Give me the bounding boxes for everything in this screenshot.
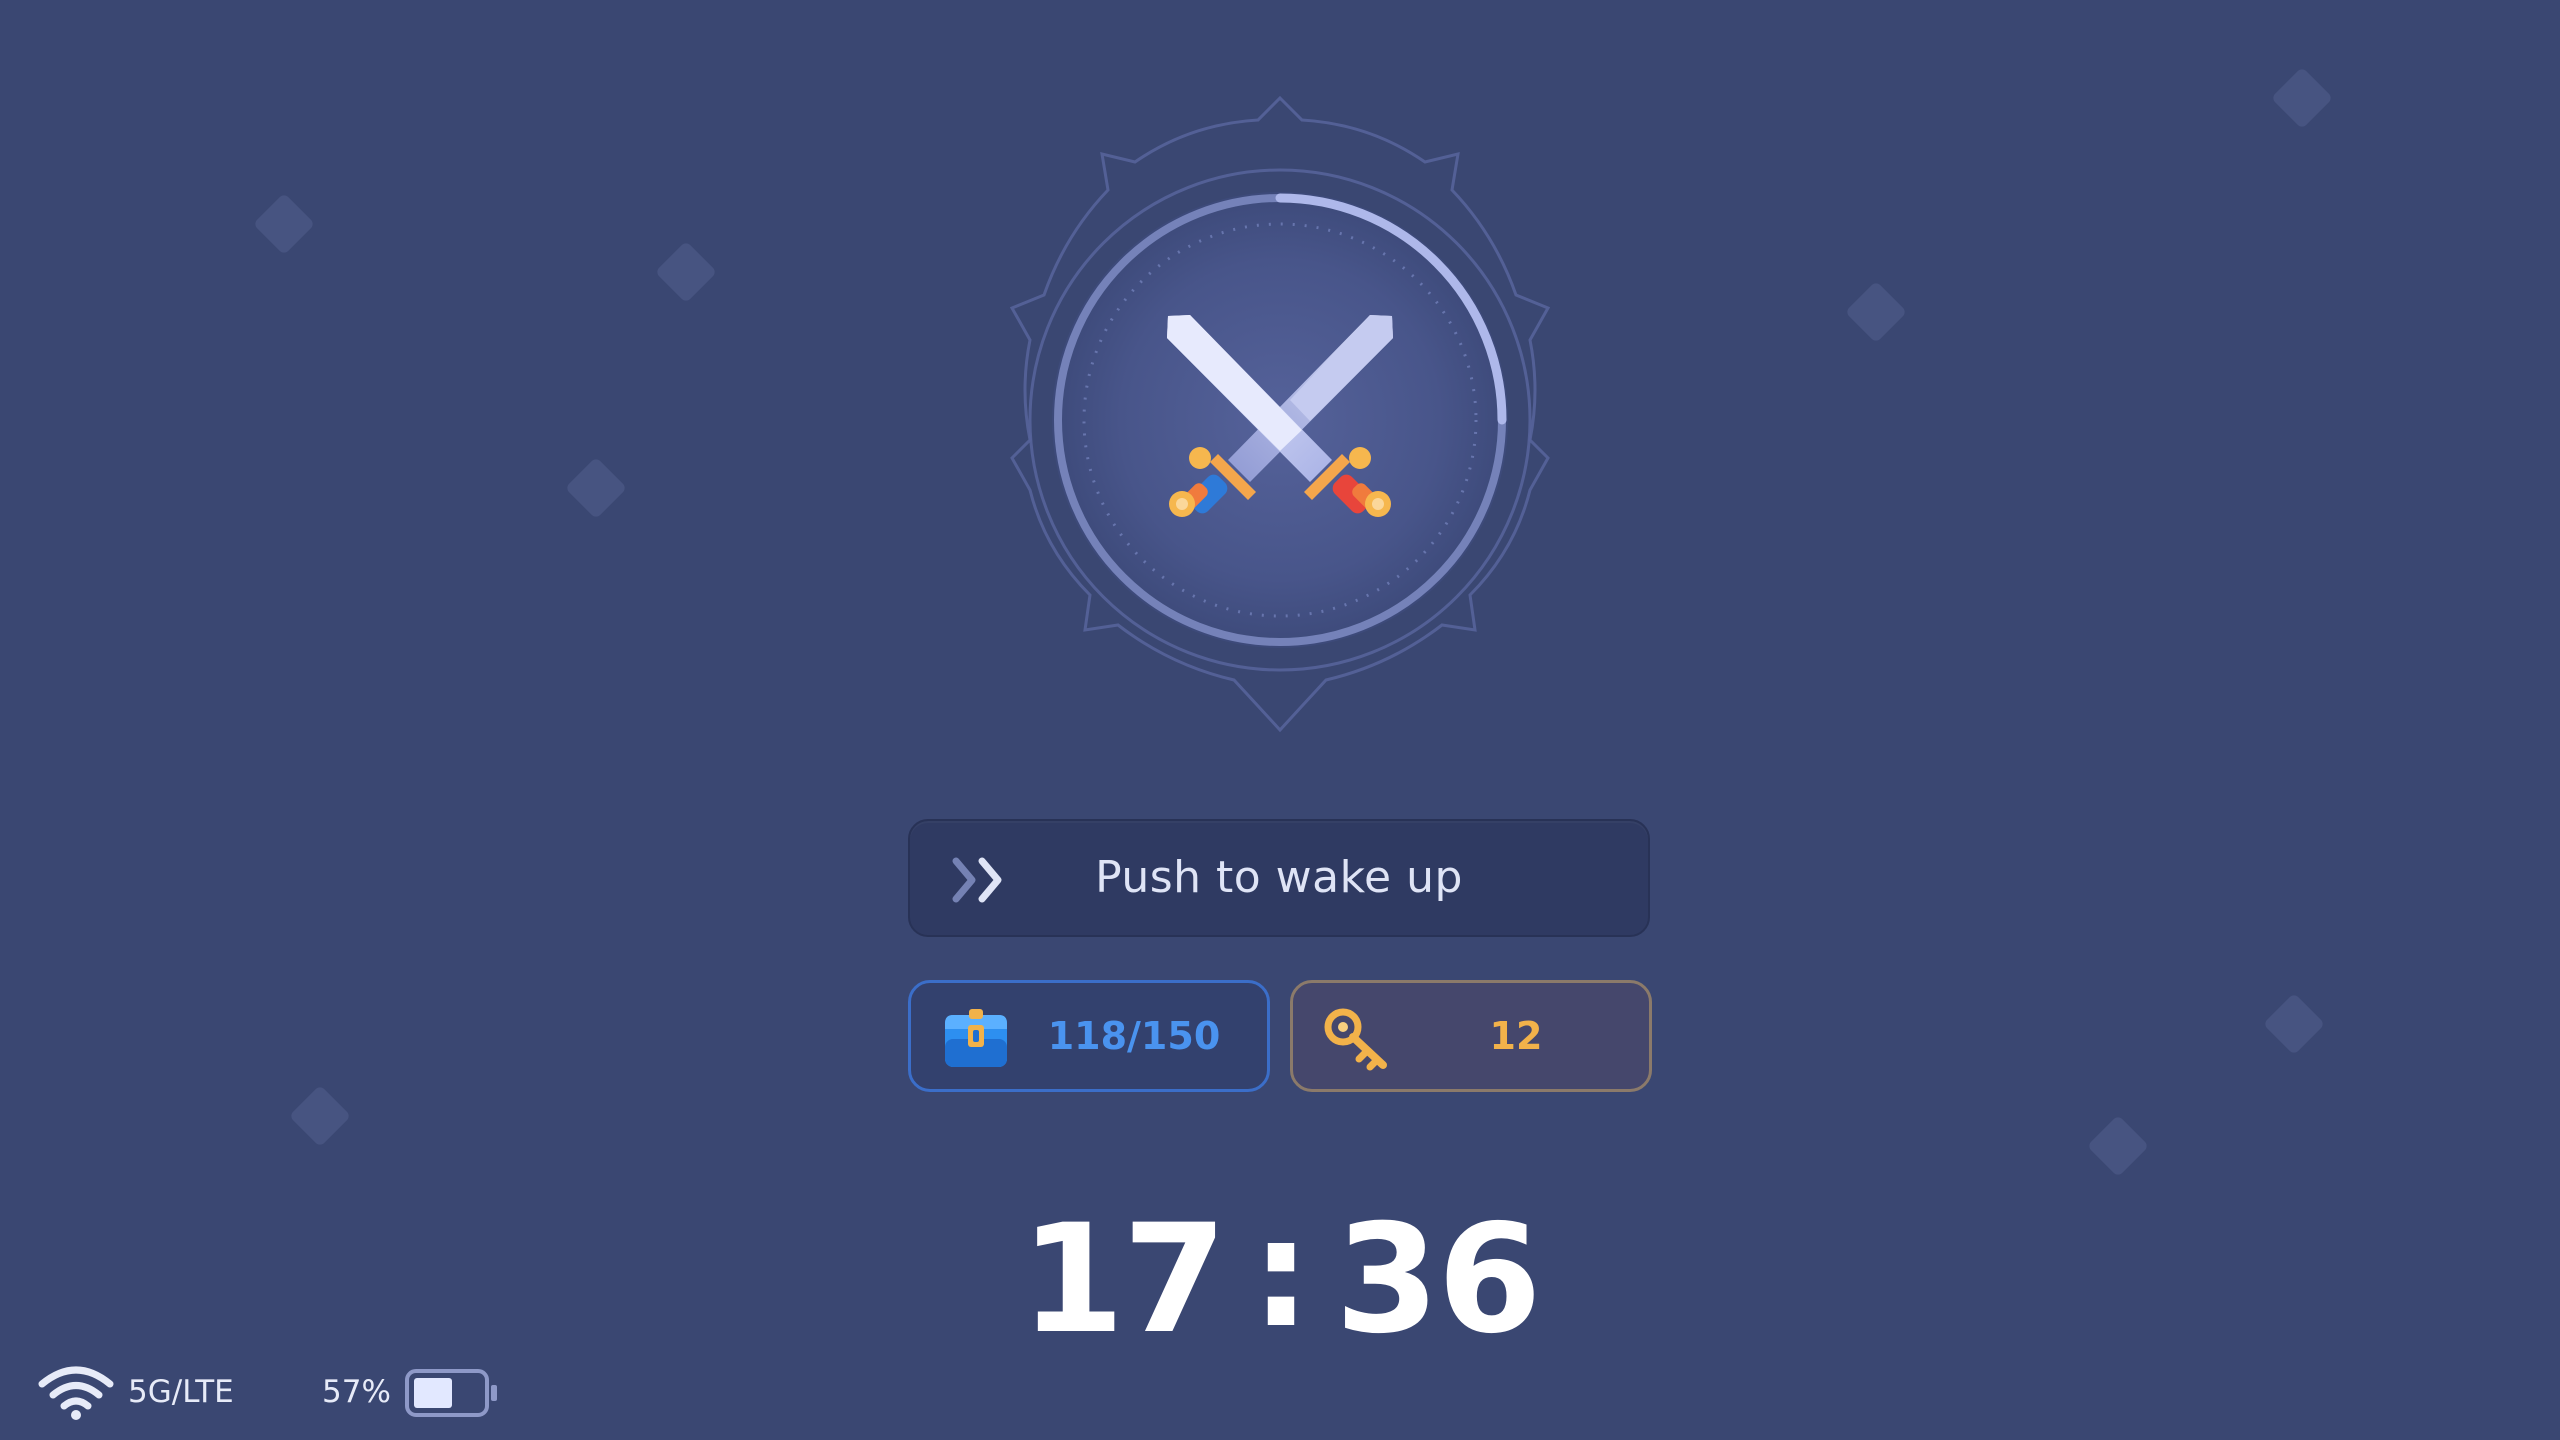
background-diamond: [564, 456, 628, 520]
lock-screen: Push to wake up 118/150 12 17:36 5G/LTE …: [0, 0, 2560, 1440]
background-diamond: [252, 192, 316, 256]
clock-hours: 17: [1020, 1193, 1227, 1367]
keys-count: 12: [1489, 1014, 1543, 1058]
status-bar: 5G/LTE 57%: [0, 1350, 2560, 1440]
network-label: 5G/LTE: [128, 1374, 234, 1410]
crossed-swords-emblem: [950, 90, 1610, 750]
crossed-swords-icon: [1009, 95, 1551, 733]
clock-separator: :: [1251, 1187, 1311, 1361]
inventory-count: 118/150: [1047, 1014, 1221, 1058]
background-diamond: [2270, 66, 2334, 130]
inventory-capacity-chip[interactable]: 118/150: [908, 980, 1270, 1092]
key-icon: [1324, 1008, 1387, 1071]
clock: 17:36: [0, 1189, 2560, 1367]
clock-minutes: 36: [1335, 1193, 1542, 1367]
background-diamond: [2086, 1114, 2150, 1178]
keys-chip[interactable]: 12: [1290, 980, 1652, 1092]
background-diamond: [1844, 280, 1908, 344]
background-diamond: [654, 240, 718, 304]
backpack-icon: [945, 1009, 1007, 1067]
wifi-icon: [38, 1366, 114, 1420]
wake-label: Push to wake up: [1095, 852, 1463, 903]
background-diamond: [288, 1084, 352, 1148]
battery-icon: [405, 1369, 497, 1417]
background-diamond: [2262, 992, 2326, 1056]
push-to-wake-button[interactable]: Push to wake up: [908, 819, 1650, 937]
battery-fill: [414, 1378, 452, 1408]
battery-percent: 57%: [322, 1374, 391, 1410]
